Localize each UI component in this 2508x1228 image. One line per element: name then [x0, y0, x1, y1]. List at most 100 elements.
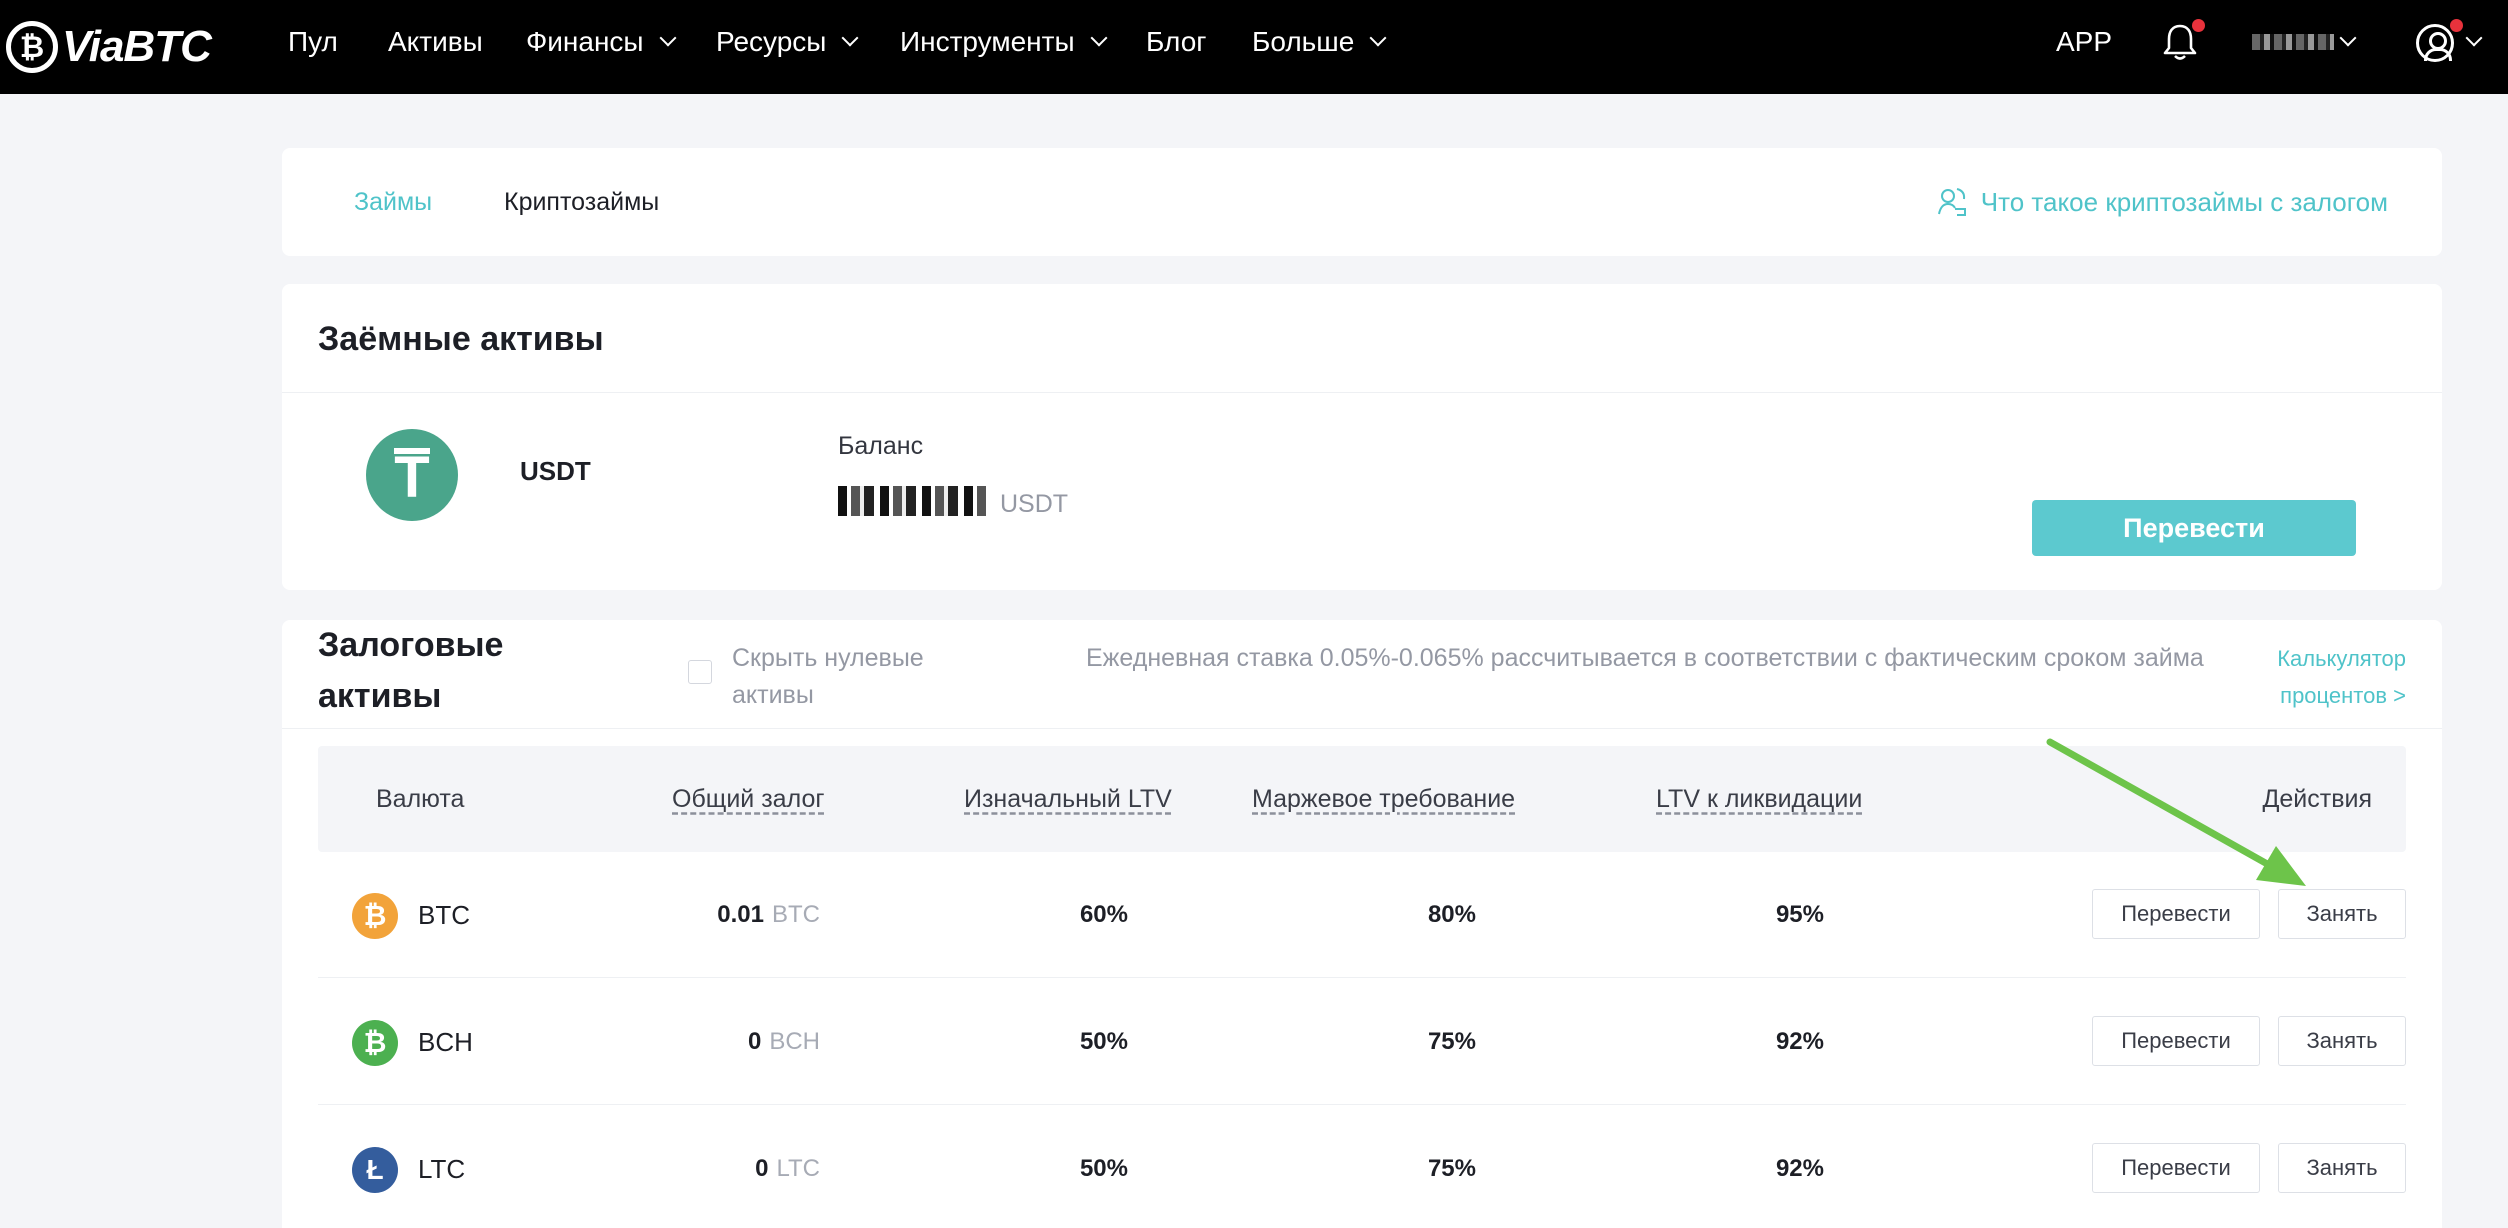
- col-currency: Валюта: [376, 746, 464, 852]
- nav-resources-label: Ресурсы: [716, 26, 827, 57]
- help-link-label: Что такое криптозаймы с залогом: [1980, 186, 2388, 217]
- logo-text: ViaBTC: [62, 22, 212, 71]
- collateral-unit: BCH: [769, 1028, 820, 1055]
- divider: [282, 392, 2442, 393]
- masked-balance-value: [838, 486, 986, 516]
- col-margin-requirement[interactable]: Маржевое требование: [1252, 746, 1515, 852]
- hide-zero-label[interactable]: Скрыть нулевые активы: [732, 640, 972, 714]
- col-currency-label: Валюта: [376, 784, 465, 813]
- top-navigation-bar: ₿ ViaBTC Пул Активы Финансы Ресурсы Инст…: [0, 0, 2508, 94]
- avatar-badge: [2450, 19, 2463, 32]
- nav-blog[interactable]: Блог: [1146, 0, 1207, 84]
- total-collateral-cell: 0.01 BTC: [618, 852, 820, 978]
- support-person-icon: [1937, 188, 1966, 216]
- nav-more-label: Больше: [1252, 26, 1355, 57]
- col-total-collateral[interactable]: Общий залог: [672, 746, 824, 852]
- interest-calculator-link[interactable]: Калькулятор процентов >: [2256, 640, 2406, 714]
- chevron-down-icon: [2339, 29, 2357, 47]
- tab-crypto-loans[interactable]: Криптозаймы: [504, 148, 659, 256]
- viabtc-logo[interactable]: ₿ ViaBTC: [6, 12, 212, 82]
- balance-label: Баланс: [838, 432, 924, 460]
- borrowed-assets-title: Заёмные активы: [318, 320, 604, 358]
- col-margin-label: Маржевое требование: [1252, 784, 1516, 813]
- nav-assets-label: Активы: [388, 26, 483, 57]
- borrow-button[interactable]: Занять: [2278, 889, 2406, 939]
- chevron-down-icon: [841, 29, 859, 47]
- tab-loans[interactable]: Займы: [354, 148, 432, 256]
- liquidation-ltv-cell: 92%: [1775, 1155, 1824, 1182]
- col-actions: Действия: [2262, 746, 2372, 852]
- chevron-down-icon: [1369, 29, 1387, 47]
- initial-ltv-cell: 60%: [1079, 901, 1128, 928]
- margin-cell: 75%: [1427, 1028, 1476, 1055]
- tab-loans-label: Займы: [354, 187, 433, 216]
- transfer-button[interactable]: Перевести: [2092, 1143, 2260, 1193]
- masked-username[interactable]: [2252, 34, 2334, 50]
- borrowed-assets-card: Заёмные активы T USDT Баланс USDT Переве…: [282, 284, 2442, 590]
- nav-tools-label: Инструменты: [900, 26, 1075, 57]
- initial-ltv-cell: 50%: [1079, 1155, 1128, 1182]
- nav-resources[interactable]: Ресурсы: [716, 0, 859, 84]
- collateral-assets-title: Залоговые активы: [318, 626, 504, 715]
- balance-unit: USDT: [1000, 490, 1069, 518]
- coin-name: BTC: [418, 899, 470, 930]
- transfer-button[interactable]: Перевести: [2092, 889, 2260, 939]
- col-liquidation-label: LTV к ликвидации: [1656, 784, 1863, 813]
- nav-blog-label: Блог: [1146, 26, 1207, 57]
- collateral-table-header: Валюта Общий залог Изначальный LTV Марже…: [318, 746, 2406, 852]
- user-dropdown[interactable]: [2339, 0, 2357, 84]
- borrow-button[interactable]: Занять: [2278, 1143, 2406, 1193]
- nav-assets[interactable]: Активы: [388, 0, 483, 84]
- collateral-unit: LTC: [776, 1155, 820, 1182]
- nav-tools[interactable]: Инструменты: [900, 0, 1108, 84]
- hide-zero-checkbox[interactable]: [688, 660, 712, 684]
- col-actions-label: Действия: [2262, 784, 2372, 813]
- collateral-amount: 0.01: [717, 901, 764, 928]
- collateral-assets-card: Залоговые активы Скрыть нулевые активы Е…: [282, 620, 2442, 1228]
- transfer-usdt-button[interactable]: Перевести: [2032, 500, 2356, 556]
- coin-name: LTC: [418, 1153, 466, 1184]
- nav-app[interactable]: APP: [2056, 0, 2112, 84]
- loan-tabs-card: Займы Криптозаймы Что такое криптозаймы …: [282, 148, 2442, 256]
- total-collateral-cell: 0 LTC: [618, 1106, 820, 1228]
- notification-badge: [2192, 19, 2205, 32]
- help-link[interactable]: Что такое криптозаймы с залогом: [1937, 148, 2388, 256]
- bch-coin-icon: ₿: [352, 1020, 398, 1066]
- borrow-button[interactable]: Занять: [2278, 1016, 2406, 1066]
- col-initial-ltv-label: Изначальный LTV: [964, 784, 1172, 813]
- coin-name: BCH: [418, 1026, 473, 1057]
- nav-finance[interactable]: Финансы: [526, 0, 677, 84]
- chevron-down-icon: [2465, 29, 2483, 47]
- nav-more[interactable]: Больше: [1252, 0, 1387, 84]
- total-collateral-cell: 0 BCH: [618, 979, 820, 1105]
- chevron-down-icon: [659, 29, 677, 47]
- nav-pool[interactable]: Пул: [288, 0, 338, 84]
- col-total-label: Общий залог: [672, 784, 825, 813]
- col-initial-ltv[interactable]: Изначальный LTV: [964, 746, 1172, 852]
- nav-app-label: APP: [2056, 26, 2113, 57]
- tab-crypto-loans-label: Криптозаймы: [504, 187, 660, 216]
- bitcoin-logo-icon: ₿: [6, 21, 58, 73]
- ltc-coin-icon: Ł: [352, 1147, 398, 1193]
- margin-cell: 80%: [1427, 901, 1476, 928]
- collateral-unit: BTC: [772, 901, 820, 928]
- col-liquidation-ltv[interactable]: LTV к ликвидации: [1656, 746, 1862, 852]
- transfer-button[interactable]: Перевести: [2092, 1016, 2260, 1066]
- table-row: ₿ BTC 0.01 BTC 60% 80% 95% Перевести Заня…: [318, 852, 2406, 978]
- liquidation-ltv-cell: 92%: [1775, 1028, 1824, 1055]
- user-avatar-icon[interactable]: [2416, 24, 2454, 62]
- usdt-coin-icon: T: [366, 429, 458, 521]
- chevron-down-icon: [1090, 29, 1108, 47]
- account-dropdown[interactable]: [2465, 0, 2483, 84]
- nav-finance-label: Финансы: [526, 26, 644, 57]
- collateral-amount: 0: [747, 1028, 762, 1055]
- collateral-amount: 0: [755, 1155, 769, 1182]
- divider: [282, 728, 2442, 729]
- margin-cell: 75%: [1427, 1155, 1476, 1182]
- btc-coin-icon: ₿: [352, 893, 398, 939]
- usdt-symbol: T: [394, 445, 430, 510]
- liquidation-ltv-cell: 95%: [1775, 901, 1824, 928]
- table-row: Ł LTC 0 LTC 50% 75% 92% Перевести Занять: [318, 1106, 2406, 1228]
- table-row: ₿ BCH 0 BCH 50% 75% 92% Перевести Занять: [318, 979, 2406, 1105]
- daily-rate-note: Ежедневная ставка 0.05%-0.065% рассчитыв…: [1086, 644, 2204, 672]
